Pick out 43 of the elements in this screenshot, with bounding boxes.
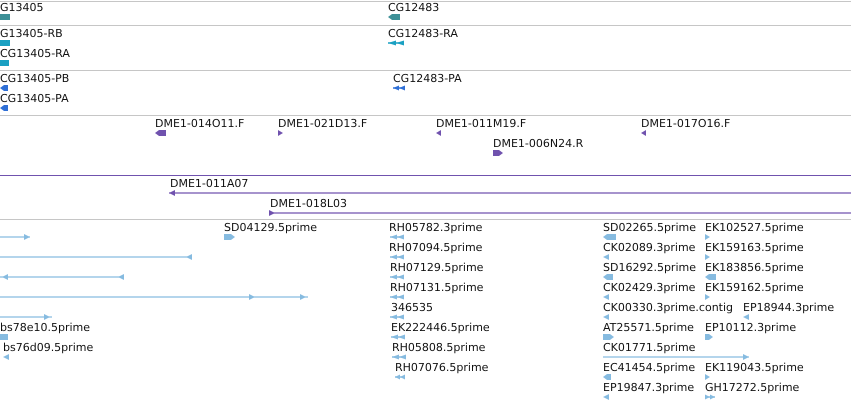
feature-label[interactable]: CK02429.3prime [603,281,696,294]
feature-label[interactable]: CG12483 [388,1,440,14]
feature-label[interactable]: EC41454.5prime [603,361,696,374]
feature-label[interactable]: CG13405-PA [0,92,69,105]
feature-label[interactable]: DME1-017O16.F [641,117,730,130]
feature-label[interactable]: RH07129.5prime [390,261,484,274]
feature-label[interactable]: DME1-011M19.F [436,117,526,130]
feature-label[interactable]: CG13405-RA [0,47,70,60]
feature-label[interactable]: RH07076.5prime [395,361,488,374]
feature-label[interactable]: CK02089.3prime [603,241,696,254]
feature-label[interactable]: EK159163.5prime [705,241,804,254]
feature-label[interactable]: EK102527.5prime [705,221,804,234]
feature-label[interactable]: 346535 [391,301,433,314]
feature-label[interactable]: DME1-021D13.F [278,117,368,130]
feature-label[interactable]: GH17272.5prime [705,381,800,394]
feature-label[interactable]: EK159162.5prime [705,281,804,294]
feature-label[interactable]: EP18944.3prime [743,301,834,314]
feature-label[interactable]: EK119043.5prime [705,361,804,374]
feature-label[interactable]: CK01771.5prime [603,341,696,354]
feature-label[interactable]: G13405-RB [0,27,63,40]
feature-label[interactable]: CG12483-PA [393,72,462,85]
feature-label[interactable]: G13405 [0,1,44,14]
feature-label[interactable]: DME1-018L03 [270,197,347,210]
feature-label[interactable]: AT25571.5prime [603,321,694,334]
feature-label[interactable]: EP19847.3prime [603,381,694,394]
feature-label[interactable]: EK183856.5prime [705,261,804,274]
feature-label[interactable]: SD16292.5prime [603,261,696,274]
feature-label[interactable]: RH05808.5prime [392,341,486,354]
feature-label[interactable]: bs78e10.5prime [0,321,90,334]
feature-label[interactable]: RH07094.5prime [389,241,482,254]
feature-label[interactable]: SD02265.5prime [603,221,696,234]
feature-label[interactable]: DME1-011A07 [170,177,248,190]
feature-label[interactable]: DME1-006N24.R [493,137,584,150]
feature-label[interactable]: EK222446.5prime [391,321,490,334]
feature-label[interactable]: DME1-014O11.F [155,117,244,130]
feature-label[interactable]: CG12483-RA [388,27,458,40]
feature-label[interactable]: CG13405-PB [0,72,70,85]
feature-label[interactable]: EP10112.3prime [705,321,796,334]
feature-label[interactable]: bs76d09.5prime [3,341,94,354]
feature-label[interactable]: SD04129.5prime [224,221,317,234]
feature-label[interactable]: CK00330.3prime.contig [603,301,734,314]
feature-label[interactable]: RH05782.3prime [389,221,482,234]
feature-label[interactable]: RH07131.5prime [390,281,484,294]
